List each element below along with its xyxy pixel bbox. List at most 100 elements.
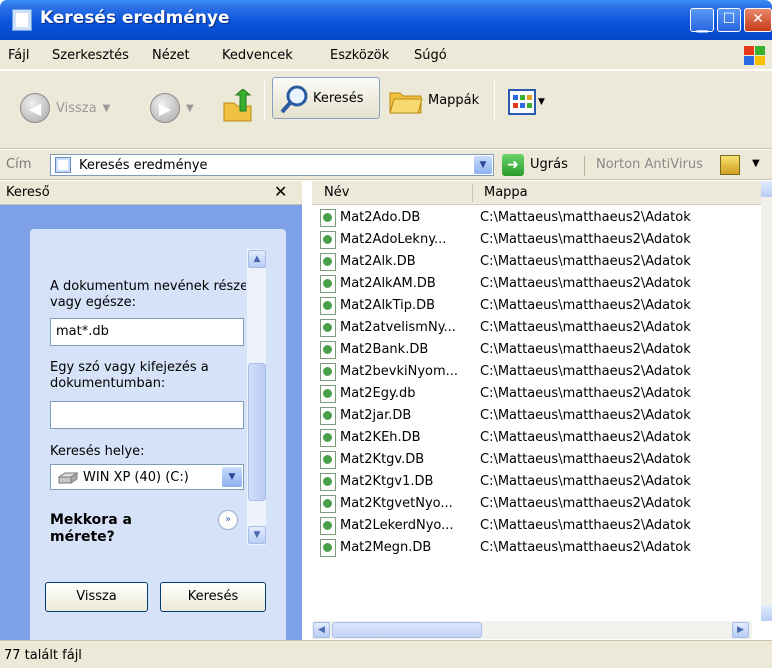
phrase-label: Egy szó vagy kifejezés a dokumentumban: [50,360,209,391]
menu-file[interactable]: Fájl [8,48,29,63]
expand-chevron-icon[interactable]: » [218,510,238,530]
go-button[interactable]: Ugrás [530,157,568,172]
back-search-button[interactable]: Vissza [45,582,148,612]
table-row[interactable]: Mat2Ado.DB C:\Mattaeus\matthaeus2\Adatok [320,207,760,229]
database-file-icon [320,319,336,337]
close-icon: ✕ [752,11,764,27]
address-dropdown-icon[interactable]: ▼ [474,156,492,174]
table-row[interactable]: Mat2Megn.DB C:\Mattaeus\matthaeus2\Adatok [320,537,760,559]
hard-drive-icon [57,472,79,484]
go-arrow-icon[interactable]: ➜ [502,154,524,176]
look-in-dropdown-icon[interactable]: ▼ [222,467,242,487]
phrase-input[interactable] [50,401,244,429]
menu-edit[interactable]: Szerkesztés [52,48,129,63]
table-row[interactable]: Mat2Ktgv1.DB C:\Mattaeus\matthaeus2\Adato… [320,471,760,493]
start-search-button[interactable]: Keresés [160,582,266,612]
minimize-button[interactable]: ▁ [690,8,714,33]
search-results-icon [55,157,71,173]
table-row[interactable]: Mat2bevkiNyom... C:\Mattaeus\matthaeus2\A… [320,361,760,383]
column-divider[interactable] [472,184,473,202]
database-file-icon [320,385,336,403]
menu-view[interactable]: Nézet [152,48,190,63]
table-row[interactable]: Mat2AdoLekny... C:\Mattaeus\matthaeus2\Ad… [320,229,760,251]
horizontal-scroll-thumb[interactable] [332,622,482,638]
menu-tools[interactable]: Eszközök [330,48,389,63]
folder-path-cell: C:\Mattaeus\matthaeus2\Adatok [480,496,691,511]
file-name-cell: Mat2AlkAM.DB [340,276,436,291]
close-button[interactable]: ✕ [744,8,772,32]
database-file-icon [320,451,336,469]
results-scroll-down-icon[interactable] [761,605,772,621]
column-name-header[interactable]: Név [324,185,349,200]
scroll-right-icon[interactable]: ▶ [732,622,749,638]
file-name-cell: Mat2Ado.DB [340,210,421,225]
forward-button[interactable]: ▶ ▼ [150,93,194,123]
folder-path-cell: C:\Mattaeus\matthaeus2\Adatok [480,408,691,423]
results-horizontal-scrollbar[interactable]: ◀ ▶ [312,621,752,639]
table-row[interactable]: Mat2Egy.db C:\Mattaeus\matthaeus2\Adatok [320,383,760,405]
table-row[interactable]: Mat2atvelismNy... C:\Mattaeus\matthaeus2\… [320,317,760,339]
up-folder-button[interactable] [222,89,254,123]
database-file-icon [320,429,336,447]
folder-path-cell: C:\Mattaeus\matthaeus2\Adatok [480,276,691,291]
table-row[interactable]: Mat2LekerdNyo... C:\Mattaeus\matthaeus2\A… [320,515,760,537]
table-row[interactable]: Mat2AlkTip.DB C:\Mattaeus\matthaeus2\Adat… [320,295,760,317]
file-name-cell: Mat2LekerdNyo... [340,518,454,533]
table-row[interactable]: Mat2Bank.DB C:\Mattaeus\matthaeus2\Adatok [320,339,760,361]
column-headers: Név Mappa [312,181,762,205]
close-pane-icon[interactable]: ✕ [274,182,287,201]
file-name-cell: Mat2Bank.DB [340,342,429,357]
column-folder-header[interactable]: Mappa [484,185,528,200]
table-row[interactable]: Mat2KtgvetNyo... C:\Mattaeus\matthaeus2\A… [320,493,760,515]
results-scroll-up-icon[interactable] [761,181,772,197]
scroll-down-icon[interactable]: ▼ [248,526,266,544]
forward-dropdown-icon[interactable]: ▼ [186,103,194,114]
maximize-button[interactable]: ☐ [717,8,741,32]
database-file-icon [320,539,336,557]
file-name-label: A dokumentum nevének része vagy egésze: [50,279,249,310]
back-arrow-icon: ◀ [20,93,50,123]
norton-antivirus-label: Norton AntiVirus [596,157,703,172]
menu-help[interactable]: Súgó [414,48,447,63]
folders-button[interactable]: Mappák [388,85,479,115]
toolbar-separator [494,81,495,121]
look-in-select[interactable]: WIN XP (40) (C:) ▼ [50,464,244,490]
file-name-cell: Mat2AdoLekny... [340,232,447,247]
address-input[interactable]: Keresés eredménye ▼ [50,154,494,176]
folder-path-cell: C:\Mattaeus\matthaeus2\Adatok [480,320,691,335]
scroll-thumb[interactable] [248,363,266,501]
file-name-cell: Mat2bevkiNyom... [340,364,459,379]
folder-path-cell: C:\Mattaeus\matthaeus2\Adatok [480,342,691,357]
folder-path-cell: C:\Mattaeus\matthaeus2\Adatok [480,298,691,313]
table-row[interactable]: Mat2AlkAM.DB C:\Mattaeus\matthaeus2\Adato… [320,273,760,295]
search-button-label: Keresés [313,91,364,106]
menu-favorites[interactable]: Kedvencek [222,48,293,63]
folders-icon [389,92,423,114]
norton-icon[interactable] [720,155,740,175]
database-file-icon [320,231,336,249]
database-file-icon [320,209,336,227]
search-pane-scrollbar[interactable]: ▲ ▼ [246,249,266,545]
folder-path-cell: C:\Mattaeus\matthaeus2\Adatok [480,232,691,247]
database-file-icon [320,341,336,359]
results-vertical-scrollbar[interactable] [761,181,772,621]
address-value: Keresés eredménye [79,158,208,173]
table-row[interactable]: Mat2jar.DB C:\Mattaeus\matthaeus2\Adatok [320,405,760,427]
file-name-input[interactable]: mat*.db [50,318,244,346]
toolbar: ◀ Vissza ▼ ▶ ▼ Keresés Mappák ▼ [0,71,772,149]
table-row[interactable]: Mat2Ktgv.DB C:\Mattaeus\matthaeus2\Adatok [320,449,760,471]
back-dropdown-icon[interactable]: ▼ [103,103,111,114]
scroll-up-icon[interactable]: ▲ [248,250,266,268]
table-row[interactable]: Mat2KEh.DB C:\Mattaeus\matthaeus2\Adatok [320,427,760,449]
file-name-cell: Mat2Ktgv1.DB [340,474,434,489]
norton-dropdown-icon[interactable]: ▼ [752,158,760,169]
file-name-cell: Mat2AlkTip.DB [340,298,436,313]
scroll-left-icon[interactable]: ◀ [313,622,330,638]
size-option-label[interactable]: Mekkora a mérete? [50,512,180,546]
views-button[interactable]: ▼ [508,89,545,115]
table-row[interactable]: Mat2Alk.DB C:\Mattaeus\matthaeus2\Adatok [320,251,760,273]
views-dropdown-icon: ▼ [538,97,545,107]
back-button[interactable]: ◀ Vissza ▼ [20,93,110,123]
search-pane-header: Kereső ✕ [0,181,302,205]
search-button[interactable]: Keresés [272,77,380,119]
